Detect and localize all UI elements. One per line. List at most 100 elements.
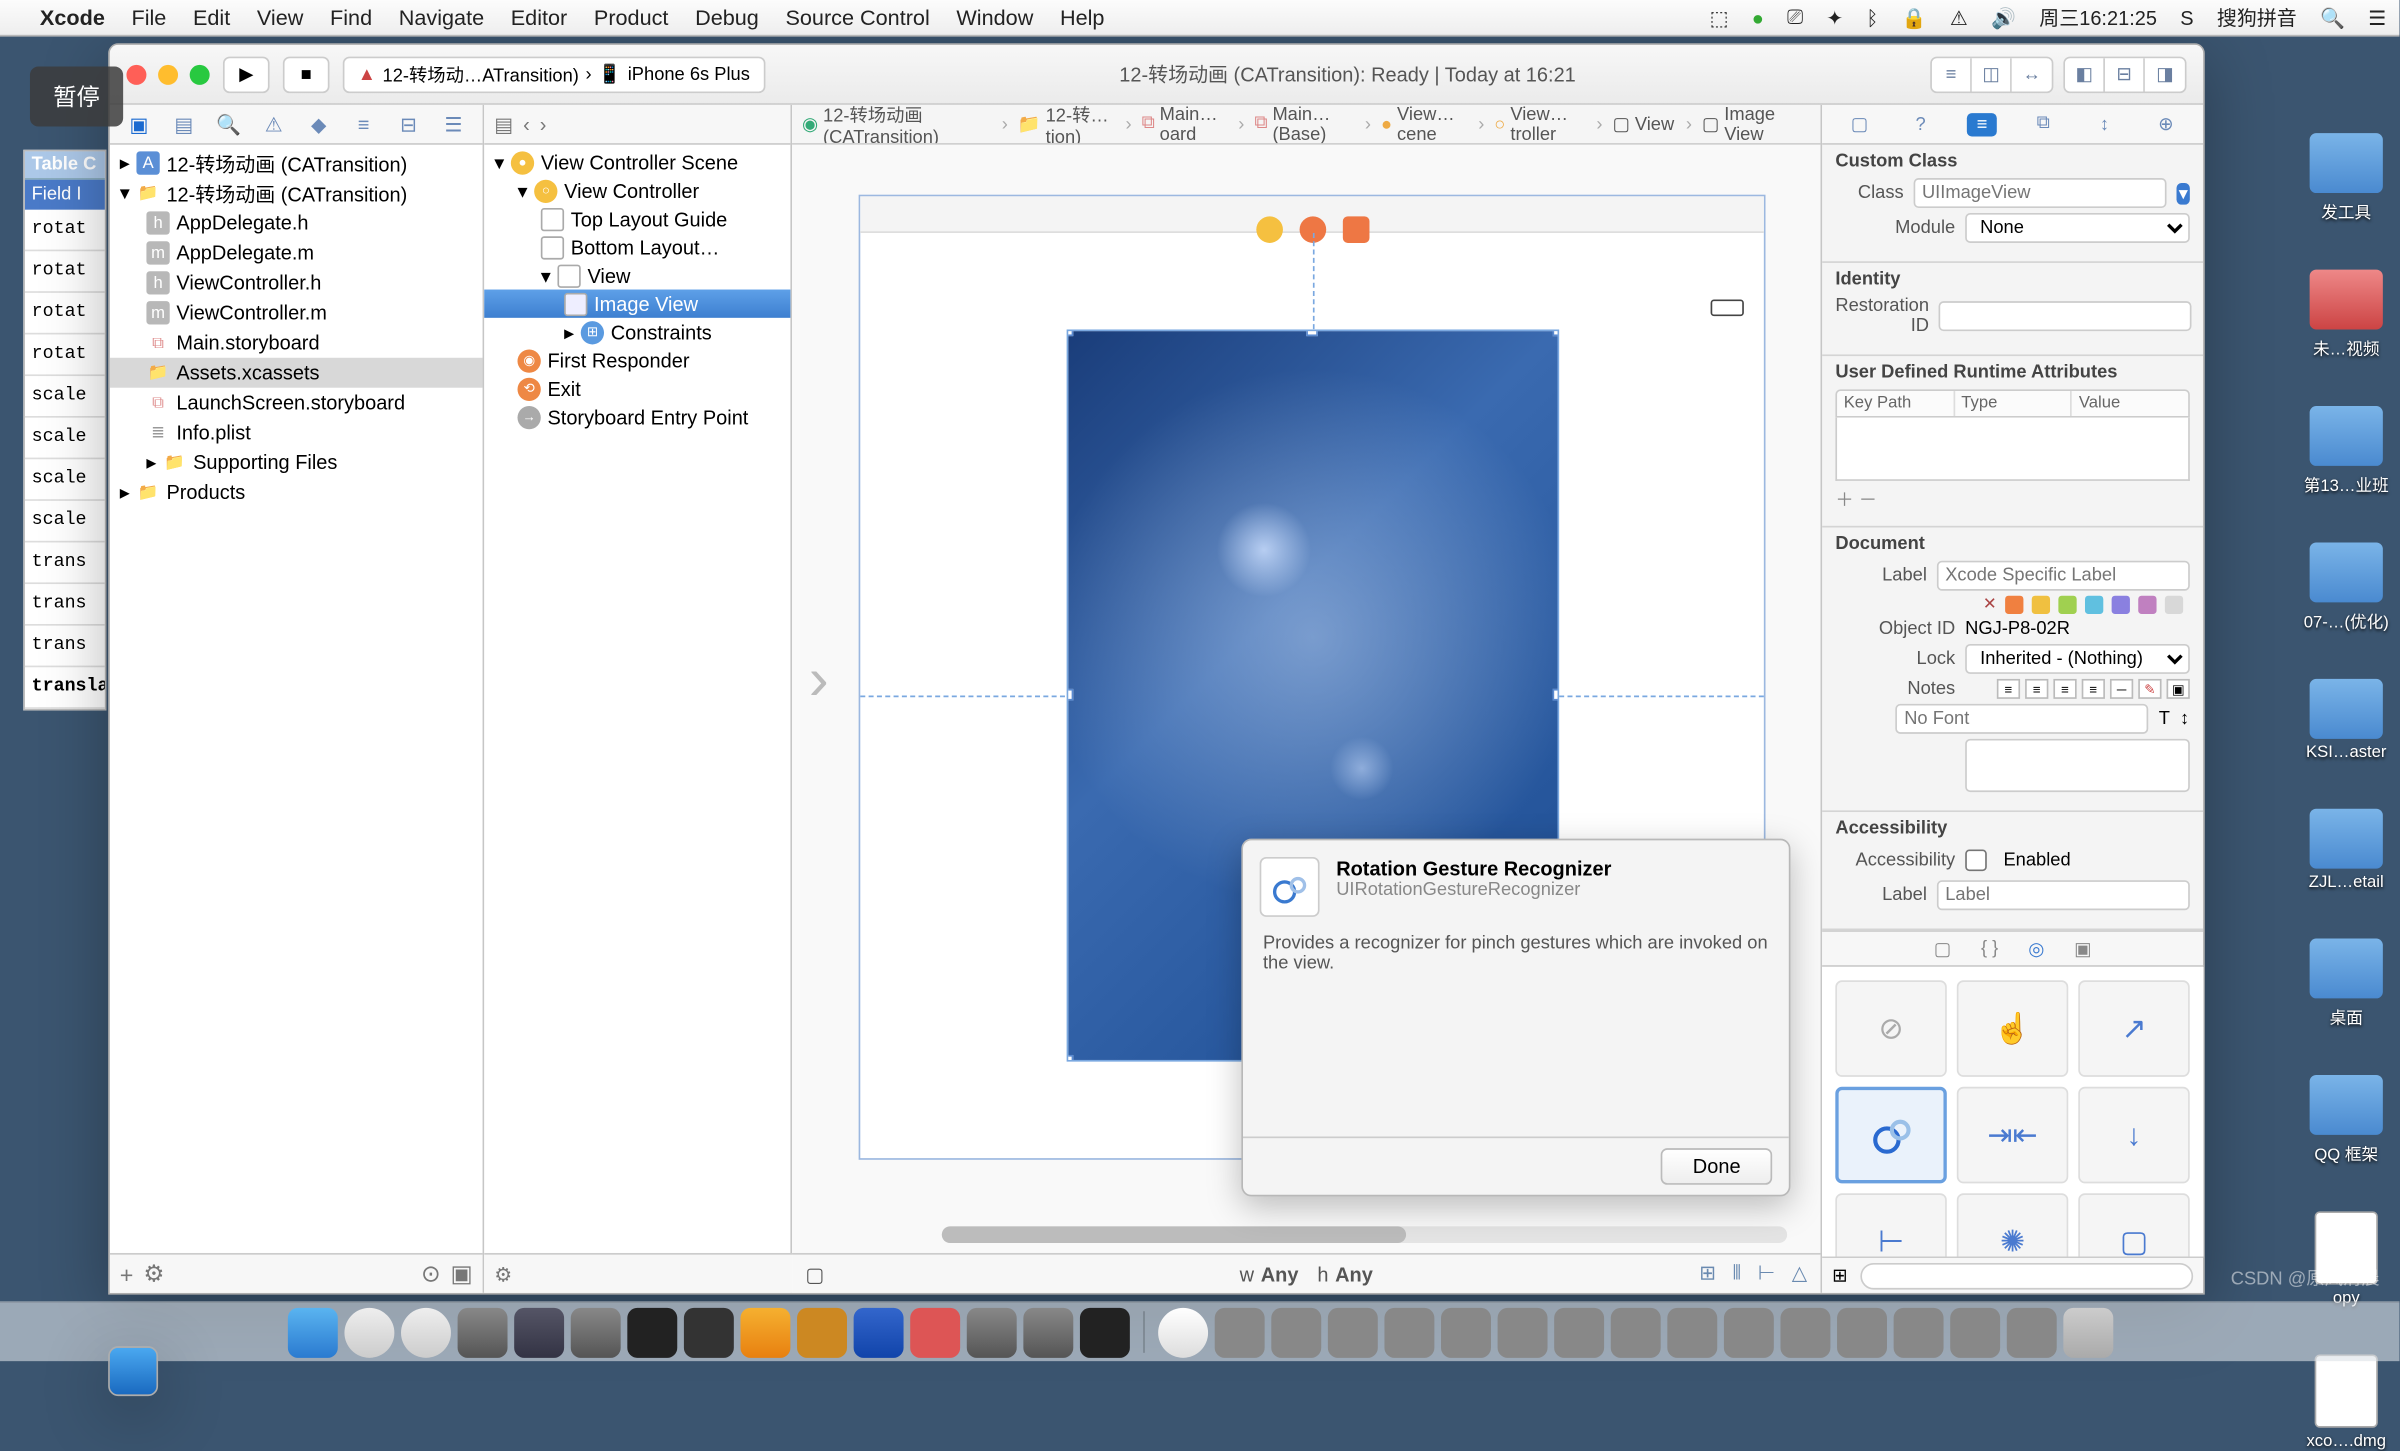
dock-minimized[interactable] xyxy=(1836,1308,1886,1358)
volume-icon[interactable]: 🔊 xyxy=(1991,6,2016,29)
storyboard-canvas[interactable]: › xyxy=(792,145,1820,1253)
size-class-bar[interactable]: ▢ wAny hAny ⊞ ⫴ ⊢ △ xyxy=(792,1253,1820,1293)
menu-app[interactable]: Xcode xyxy=(40,5,105,30)
library-tabs[interactable]: ▢{ }◎▣ xyxy=(1822,930,2203,967)
lock-select[interactable]: Inherited - (Nothing) xyxy=(1965,644,2190,674)
dock-app[interactable] xyxy=(740,1308,790,1358)
desktop-item[interactable]: 发工具 xyxy=(2310,133,2383,223)
inspector-tabs[interactable]: ▢?≡⧉↕⊕ xyxy=(1822,105,2203,145)
label-color-swatches[interactable]: ✕ xyxy=(1965,596,2190,614)
dock-minimized[interactable] xyxy=(1440,1308,1490,1358)
editor-mode-segment[interactable]: ≡◫↔ xyxy=(1930,56,2053,93)
dock-minimized[interactable] xyxy=(2006,1308,2056,1358)
dock-app[interactable] xyxy=(513,1308,563,1358)
tree-file[interactable]: mAppDelegate.m xyxy=(110,238,483,268)
horizontal-scrollbar[interactable] xyxy=(942,1226,1787,1243)
menu-window[interactable]: Window xyxy=(956,5,1033,30)
desktop-item[interactable]: 第13…业班 xyxy=(2304,406,2389,496)
dock-app[interactable] xyxy=(1079,1308,1129,1358)
tree-file[interactable]: hViewController.h xyxy=(110,268,483,298)
dock-minimized[interactable] xyxy=(1949,1308,1999,1358)
class-field[interactable] xyxy=(1914,178,2167,208)
tree-file[interactable]: hAppDelegate.h xyxy=(110,208,483,238)
panel-toggle-segment[interactable]: ◧⊟◨ xyxy=(2063,56,2186,93)
lib-item[interactable]: ⇥⇤ xyxy=(1957,1087,2068,1184)
status-icon[interactable]: ⎚ xyxy=(1787,5,1803,30)
run-button[interactable]: ▶ xyxy=(223,56,270,93)
outline-item[interactable]: Top Layout Guide xyxy=(484,205,790,233)
notes-field[interactable] xyxy=(1965,739,2190,792)
dock-app[interactable] xyxy=(1157,1308,1207,1358)
outline-view[interactable]: ▾ View xyxy=(484,261,790,289)
dock-minimized[interactable] xyxy=(1214,1308,1264,1358)
outline-vc[interactable]: ▾ ○View Controller xyxy=(484,176,790,204)
outline-imageview-selected[interactable]: Image View xyxy=(484,290,790,318)
outline-item[interactable]: Bottom Layout… xyxy=(484,233,790,261)
video-pause-overlay[interactable]: 暂停 xyxy=(30,67,123,127)
tree-group[interactable]: ▾ 📁12-转场动画 (CATransition) xyxy=(110,178,483,208)
object-library-grid[interactable]: ⊘ ☝ ↗ ⇥⇤ ↓ ⊢ ✺ ▢ xyxy=(1822,967,2203,1257)
dock-minimized[interactable] xyxy=(1327,1308,1377,1358)
tree-file-selected[interactable]: 📁Assets.xcassets xyxy=(110,358,483,388)
tree-group[interactable]: ▸ 📁Products xyxy=(110,478,483,508)
lib-item[interactable]: ☝ xyxy=(1957,980,2068,1077)
outline-item[interactable]: ⟲Exit xyxy=(484,374,790,402)
tree-project-root[interactable]: ▸ A12-转场动画 (CATransition) xyxy=(110,148,483,178)
dock-minimized[interactable] xyxy=(1497,1308,1547,1358)
dock-app[interactable] xyxy=(966,1308,1016,1358)
remove-attr-button[interactable]: － xyxy=(1859,491,1877,511)
hide-outline-icon[interactable]: ▢ xyxy=(805,1262,824,1285)
macos-dock[interactable] xyxy=(0,1301,2399,1361)
dock-app[interactable] xyxy=(853,1308,903,1358)
resolve-icon[interactable]: △ xyxy=(1792,1261,1807,1286)
dock-app[interactable] xyxy=(683,1308,733,1358)
stop-button[interactable]: ■ xyxy=(283,56,330,93)
tree-file[interactable]: ⧉LaunchScreen.storyboard xyxy=(110,388,483,418)
spotlight-icon[interactable]: 🔍 xyxy=(2320,6,2345,29)
dock-app[interactable] xyxy=(1023,1308,1073,1358)
font-field[interactable] xyxy=(1896,704,2149,734)
popover-done-button[interactable]: Done xyxy=(1661,1148,1772,1185)
lib-item[interactable]: ✺ xyxy=(1957,1193,2068,1256)
outline-scene[interactable]: ▾ ●View Controller Scene xyxy=(484,148,790,176)
menu-file[interactable]: File xyxy=(131,5,166,30)
desktop-item[interactable]: QQ 框架 xyxy=(2310,1075,2383,1165)
dock-app[interactable] xyxy=(796,1308,846,1358)
restoration-id-field[interactable] xyxy=(1939,301,2192,331)
library-filter-input[interactable] xyxy=(1861,1262,2193,1289)
menu-view[interactable]: View xyxy=(257,5,304,30)
dock-safari[interactable] xyxy=(400,1308,450,1358)
dock-minimized[interactable] xyxy=(1723,1308,1773,1358)
lib-item[interactable]: ▢ xyxy=(2078,1193,2189,1256)
status-icon[interactable]: ✦ xyxy=(1826,6,1843,29)
menu-editor[interactable]: Editor xyxy=(511,5,568,30)
dock-finder[interactable] xyxy=(287,1308,337,1358)
grid-view-icon[interactable]: ⊞ xyxy=(1832,1265,1847,1287)
desktop-item[interactable]: opy xyxy=(2315,1211,2378,1308)
udra-table[interactable] xyxy=(1835,418,2189,481)
doc-label-field[interactable] xyxy=(1937,561,2190,591)
module-select[interactable]: None xyxy=(1965,213,2190,243)
acc-enabled-checkbox[interactable] xyxy=(1965,845,1987,875)
notes-format-buttons[interactable]: ≡≡≡≡─✎▣ xyxy=(1965,679,2190,699)
desktop-item[interactable]: ZJL…etail xyxy=(2309,809,2384,892)
outline-item[interactable]: →Storyboard Entry Point xyxy=(484,403,790,431)
tree-file[interactable]: ⧉Main.storyboard xyxy=(110,328,483,358)
library-bottom-bar[interactable]: ⊞ xyxy=(1822,1256,2203,1293)
ime-label[interactable]: 搜狗拼音 xyxy=(2217,3,2297,31)
tree-group[interactable]: ▸ 📁Supporting Files xyxy=(110,448,483,478)
outline-top-bar[interactable]: ▤‹› xyxy=(484,105,790,145)
dock-app[interactable] xyxy=(626,1308,676,1358)
dock-minimized[interactable] xyxy=(1666,1308,1716,1358)
wifi-icon[interactable]: ⚠ xyxy=(1950,6,1968,29)
acc-label-field[interactable] xyxy=(1937,880,2190,910)
menu-find[interactable]: Find xyxy=(330,5,372,30)
navigator-filter-bar[interactable]: +⚙⊙▣ xyxy=(110,1253,483,1293)
project-tree[interactable]: ▸ A12-转场动画 (CATransition) ▾ 📁12-转场动画 (CA… xyxy=(110,145,483,1253)
dock-minimized[interactable] xyxy=(1384,1308,1434,1358)
bluetooth-icon[interactable]: ᛒ xyxy=(1866,6,1878,29)
lib-item[interactable]: ⊢ xyxy=(1835,1193,1946,1256)
status-icon[interactable]: ⬚ xyxy=(1710,6,1729,29)
traffic-lights[interactable] xyxy=(126,64,209,84)
jump-bar[interactable]: ◉12-转场动画 (CATransition) 📁12-转…tion) ⧉Mai… xyxy=(792,105,1820,145)
